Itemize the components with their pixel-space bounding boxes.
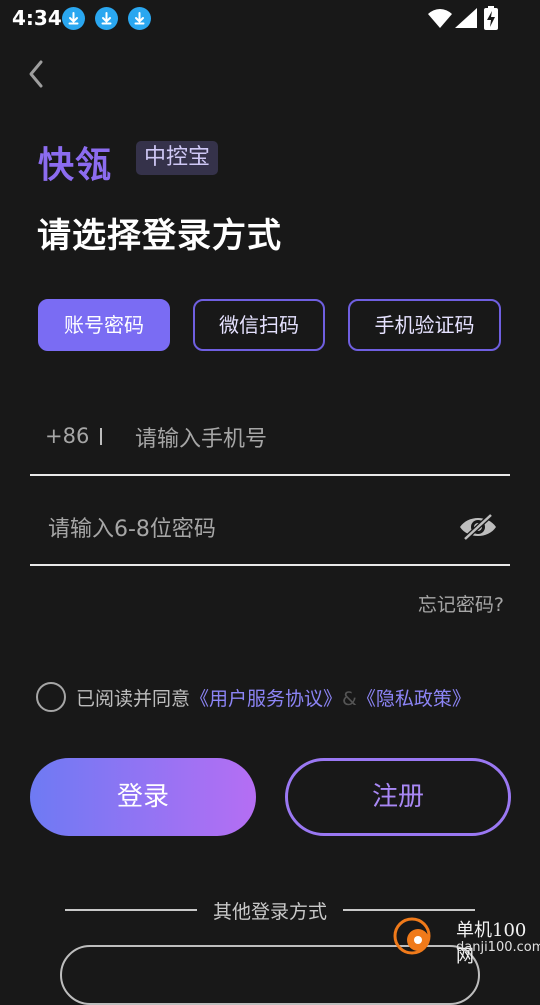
password-field — [30, 500, 510, 566]
back-button[interactable] — [20, 56, 54, 92]
eye-hidden-icon[interactable] — [458, 512, 498, 542]
forgot-password-link[interactable]: 忘记密码? — [418, 590, 504, 617]
user-agreement-link[interactable]: 《用户服务协议》 — [190, 688, 342, 710]
watermark: 单机100网 danji100.com — [388, 910, 540, 967]
agreement-checkbox[interactable] — [36, 682, 66, 712]
brand-tag: 中控宝 — [136, 141, 219, 175]
tab-wechat-scan[interactable]: 微信扫码 — [193, 299, 325, 351]
login-button[interactable]: 登录 — [30, 758, 256, 836]
tab-account-password[interactable]: 账号密码 — [38, 299, 170, 351]
status-time: 4:34 — [12, 6, 62, 30]
page-title: 请选择登录方式 — [37, 216, 282, 256]
watermark-logo-icon — [393, 917, 431, 955]
brand-logo-text: 快瓴 — [38, 145, 113, 186]
chevron-left-icon — [29, 60, 43, 88]
download-icon — [62, 7, 85, 30]
privacy-policy-link[interactable]: 《隐私政策》 — [357, 688, 471, 710]
password-input[interactable] — [46, 508, 450, 550]
status-bar: 4:34 — [0, 0, 540, 36]
download-icon — [95, 7, 118, 30]
wifi-icon — [428, 9, 452, 28]
signal-icon — [455, 8, 477, 28]
divider — [100, 428, 102, 445]
phone-input[interactable] — [133, 418, 497, 460]
agreement-text: 已阅读并同意《用户服务协议》&《隐私政策》 — [76, 684, 471, 711]
watermark-url: danji100.com — [456, 940, 540, 955]
agreement-prefix: 已阅读并同意 — [76, 688, 191, 710]
tab-sms-code[interactable]: 手机验证码 — [348, 299, 501, 351]
phone-field: +86 — [30, 410, 510, 476]
register-button[interactable]: 注册 — [285, 758, 511, 836]
battery-charging-icon — [484, 6, 498, 30]
download-icon — [128, 7, 151, 30]
agreement-separator: & — [342, 688, 357, 710]
country-code[interactable]: +86 — [45, 424, 89, 448]
